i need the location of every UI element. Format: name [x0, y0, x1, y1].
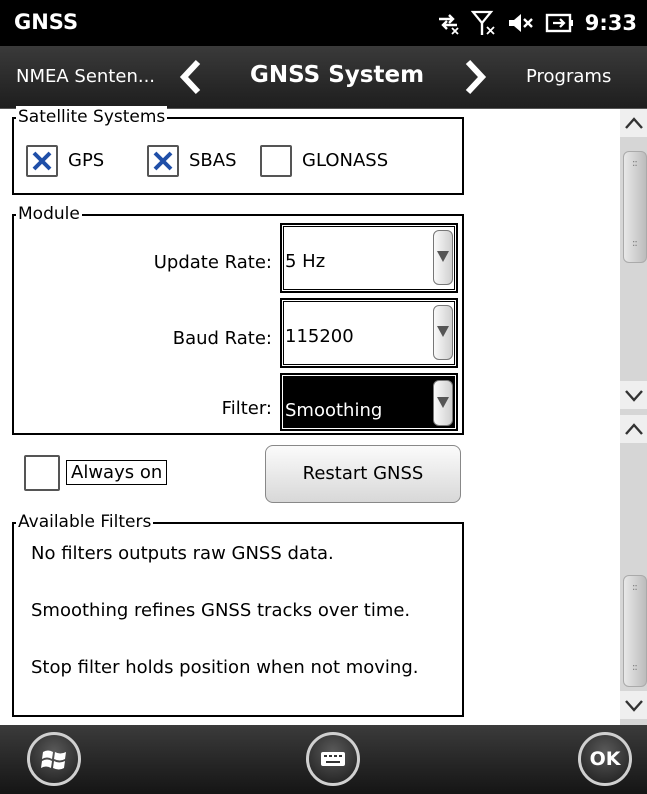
- chevron-up-icon: [625, 423, 643, 435]
- pivot-nav: NMEA Senten... GNSS System Programs: [0, 46, 647, 109]
- sbas-checkbox[interactable]: [147, 145, 179, 177]
- dropdown-button[interactable]: [433, 305, 453, 360]
- scroll-down-button[interactable]: [620, 691, 647, 719]
- ok-label: OK: [589, 748, 621, 770]
- status-icons: 9:33: [435, 9, 637, 37]
- no-signal-icon: [470, 10, 495, 35]
- grip-icon: ::: [632, 238, 638, 249]
- filter-description-line: Stop filter holds position when not movi…: [31, 657, 419, 678]
- filter-description-line: Smoothing refines GNSS tracks over time.: [31, 600, 411, 621]
- content-area: Satellite Systems GPS SBAS GLONASS Modul…: [0, 106, 620, 725]
- update-rate-dropdown[interactable]: 5 Hz: [280, 223, 458, 293]
- always-on-checkbox[interactable]: [24, 455, 60, 491]
- grip-icon: ::: [632, 582, 638, 593]
- filter-label: Filter:: [221, 398, 272, 419]
- bottom-bar: OK: [0, 725, 647, 794]
- satellite-systems-group: Satellite Systems GPS SBAS GLONASS: [12, 106, 464, 195]
- gps-checkbox[interactable]: [26, 145, 58, 177]
- keyboard-button[interactable]: [306, 732, 360, 786]
- chevron-down-icon: [437, 397, 449, 408]
- nav-next-page[interactable]: Programs: [526, 66, 611, 87]
- chevron-up-icon: [625, 117, 643, 129]
- filter-description-line: No filters outputs raw GNSS data.: [31, 543, 334, 564]
- clock[interactable]: 9:33: [585, 11, 637, 35]
- update-rate-label: Update Rate:: [153, 252, 272, 273]
- filter-value: Smoothing: [285, 400, 383, 421]
- chevron-down-icon: [625, 390, 643, 402]
- scrollbar-upper[interactable]: :: ::: [620, 109, 647, 415]
- sbas-label[interactable]: SBAS: [189, 150, 237, 171]
- nav-prev-page[interactable]: NMEA Senten...: [16, 66, 155, 87]
- baud-rate-value: 115200: [285, 326, 354, 347]
- filter-dropdown[interactable]: Smoothing: [280, 373, 458, 431]
- chevron-left-icon[interactable]: [176, 58, 204, 96]
- dropdown-button[interactable]: [433, 230, 453, 285]
- chevron-down-icon: [625, 700, 643, 712]
- data-sync-icon: [438, 14, 459, 35]
- gps-label[interactable]: GPS: [68, 150, 104, 171]
- nav-current-page: GNSS System: [250, 62, 425, 88]
- restart-gnss-button[interactable]: Restart GNSS: [265, 445, 461, 503]
- ok-button[interactable]: OK: [578, 732, 632, 786]
- battery-charging-icon: [545, 13, 573, 33]
- windows-logo-icon: [41, 750, 66, 770]
- dropdown-button[interactable]: [433, 380, 453, 426]
- scroll-up-button[interactable]: [620, 415, 647, 443]
- app-title: GNSS: [14, 10, 79, 34]
- scroll-thumb[interactable]: :: ::: [623, 575, 647, 687]
- satellite-systems-legend: Satellite Systems: [16, 106, 168, 128]
- keyboard-icon: [321, 752, 345, 766]
- grip-icon: ::: [632, 662, 638, 673]
- scrollbar-lower[interactable]: :: ::: [620, 415, 647, 725]
- module-legend: Module: [16, 203, 82, 225]
- scroll-up-button[interactable]: [620, 109, 647, 137]
- chevron-down-icon: [437, 326, 449, 337]
- check-x-icon: [153, 151, 173, 171]
- glonass-label[interactable]: GLONASS: [302, 150, 388, 171]
- scroll-thumb[interactable]: :: ::: [623, 151, 647, 263]
- available-filters-legend: Available Filters: [16, 511, 154, 533]
- scroll-down-button[interactable]: [620, 381, 647, 409]
- chevron-down-icon: [437, 251, 449, 262]
- glonass-checkbox[interactable]: [260, 145, 292, 177]
- chevron-right-icon[interactable]: [462, 58, 490, 96]
- check-x-icon: [32, 151, 52, 171]
- always-on-label[interactable]: Always on: [66, 460, 168, 485]
- status-bar: GNSS 9:33: [0, 0, 647, 46]
- start-button[interactable]: [27, 732, 81, 786]
- update-rate-value: 5 Hz: [285, 251, 326, 272]
- baud-rate-dropdown[interactable]: 115200: [280, 298, 458, 368]
- baud-rate-label: Baud Rate:: [172, 328, 272, 349]
- grip-icon: ::: [632, 158, 638, 169]
- speaker-muted-icon: [508, 14, 533, 32]
